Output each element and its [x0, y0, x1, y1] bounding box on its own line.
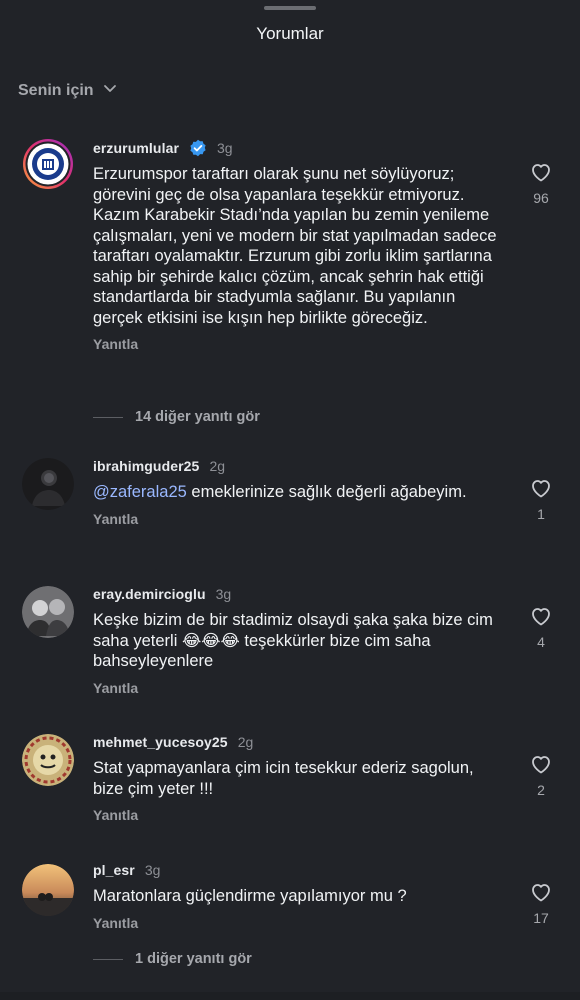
like-button[interactable]: 2: [526, 752, 556, 798]
mention-link[interactable]: @zaferala25: [93, 483, 187, 501]
comment-text: Stat yapmayanlara çim icin tesekkur eder…: [93, 759, 474, 798]
comment-text: @zaferala25 emeklerinize sağlık değerli …: [93, 482, 503, 503]
chevron-down-icon: [102, 80, 118, 101]
timestamp: 2g: [209, 458, 226, 474]
heart-icon: [526, 476, 556, 500]
like-button[interactable]: 1: [526, 476, 556, 522]
comment-body: erzurumlular 3g Erzurumspor taraftarı ol…: [93, 138, 503, 352]
like-button[interactable]: 4: [526, 604, 556, 650]
heart-icon: [526, 604, 556, 628]
like-count: 96: [533, 190, 549, 206]
comment-text: Erzurumspor taraftarı olarak şunu net sö…: [93, 165, 497, 327]
divider: [93, 416, 123, 418]
comment-body: mehmet_yucesoy25 2g Stat yapmayanlara çi…: [93, 732, 503, 823]
heart-icon: [526, 752, 556, 776]
comment-body: pl_esr 3g Maratonlara güçlendirme yapıla…: [93, 860, 503, 931]
avatar[interactable]: [22, 458, 74, 510]
view-more-replies[interactable]: 14 diğer yanıtı gör: [93, 409, 260, 425]
avatar[interactable]: [22, 734, 74, 786]
timestamp: 2g: [237, 734, 254, 750]
avatar[interactable]: [22, 586, 74, 638]
like-count: 1: [537, 506, 545, 522]
bottom-edge: [0, 992, 580, 1000]
reply-button[interactable]: Yanıtla: [93, 915, 503, 931]
like-count: 17: [533, 910, 549, 926]
drag-handle[interactable]: [264, 6, 316, 10]
divider: [93, 958, 123, 960]
view-more-replies[interactable]: 1 diğer yanıtı gör: [93, 951, 252, 967]
sort-label: Senin için: [18, 81, 94, 99]
like-count: 2: [537, 782, 545, 798]
username[interactable]: eray.demircioglu: [93, 586, 206, 602]
view-more-replies-label: 1 diğer yanıtı gör: [135, 951, 252, 967]
reply-button[interactable]: Yanıtla: [93, 680, 503, 696]
heart-icon: [526, 160, 556, 184]
like-count: 4: [537, 634, 545, 650]
comment-body: eray.demircioglu 3g Keşke bizim de bir s…: [93, 584, 503, 696]
comment-text-content: emeklerinize sağlık değerli ağabeyim.: [186, 483, 467, 501]
comment-body: ibrahimguder25 2g @zaferala25 emeklerini…: [93, 456, 503, 527]
username[interactable]: erzurumlular: [93, 140, 179, 156]
view-more-replies-label: 14 diğer yanıtı gör: [135, 409, 260, 425]
timestamp: 3g: [215, 586, 232, 602]
sort-dropdown[interactable]: Senin için: [18, 80, 118, 101]
comment-text: Maratonlara güçlendirme yapılamıyor mu ?: [93, 887, 407, 905]
reply-button[interactable]: Yanıtla: [93, 511, 503, 527]
heart-icon: [526, 880, 556, 904]
timestamp: 3g: [144, 862, 161, 878]
username[interactable]: mehmet_yucesoy25: [93, 734, 228, 750]
username[interactable]: pl_esr: [93, 862, 135, 878]
timestamp: 3g: [217, 140, 233, 156]
comment-text: Keşke bizim de bir stadimiz olsaydi şaka…: [93, 611, 493, 670]
username[interactable]: ibrahimguder25: [93, 458, 199, 474]
like-button[interactable]: 96: [526, 160, 556, 206]
reply-button[interactable]: Yanıtla: [93, 336, 503, 352]
sheet-title: Yorumlar: [256, 24, 324, 43]
verified-badge-icon: [189, 139, 207, 157]
reply-button[interactable]: Yanıtla: [93, 807, 503, 823]
avatar[interactable]: [22, 138, 74, 190]
avatar[interactable]: [22, 864, 74, 916]
like-button[interactable]: 17: [526, 880, 556, 926]
